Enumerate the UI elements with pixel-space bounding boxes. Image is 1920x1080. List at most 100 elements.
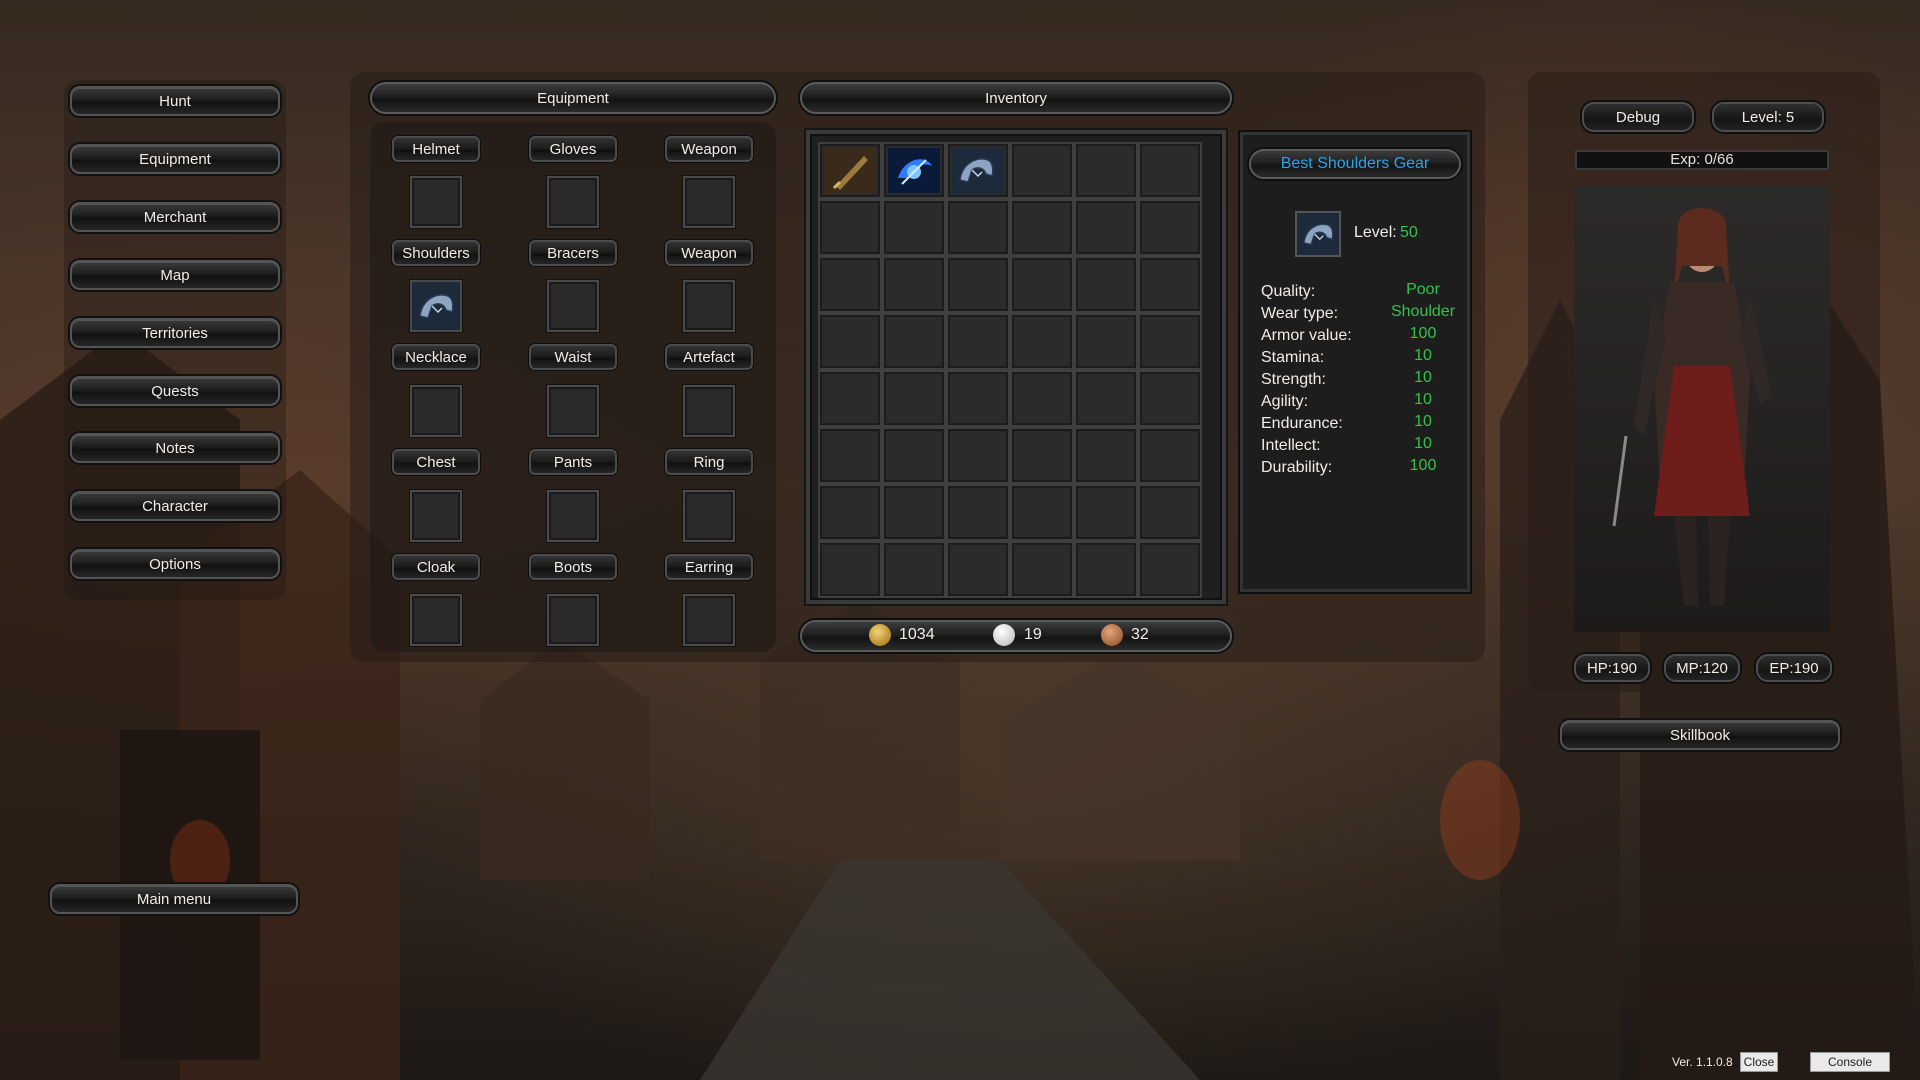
inventory-slot[interactable] [946, 256, 1010, 313]
sidebar-item-equipment[interactable]: Equipment [70, 144, 280, 174]
slot-label-artefact: Artefact [665, 344, 753, 370]
inventory-slot[interactable] [882, 484, 946, 541]
inventory-slot[interactable] [1074, 313, 1138, 370]
inventory-slot[interactable] [1138, 313, 1202, 370]
mp-badge: MP:120 [1664, 654, 1740, 682]
sidebar-item-character[interactable]: Character [70, 491, 280, 521]
slot-cloak[interactable] [410, 594, 462, 646]
inventory-slot[interactable] [1138, 484, 1202, 541]
inventory-slot[interactable] [1010, 541, 1074, 598]
inventory-slot[interactable] [946, 313, 1010, 370]
shoulder-armor-icon [1303, 223, 1334, 246]
inventory-slot[interactable] [1074, 484, 1138, 541]
inventory-slot[interactable] [882, 313, 946, 370]
inventory-slot[interactable] [1010, 484, 1074, 541]
inventory-slot[interactable] [946, 142, 1010, 199]
slot-weapon-offhand[interactable] [683, 280, 735, 332]
inventory-slot[interactable] [1138, 256, 1202, 313]
sidebar-item-map[interactable]: Map [70, 260, 280, 290]
sidebar-item-hunt[interactable]: Hunt [70, 86, 280, 116]
debug-button[interactable]: Debug [1582, 102, 1694, 132]
console-button[interactable]: Console [1810, 1052, 1890, 1072]
inventory-slot[interactable] [1074, 142, 1138, 199]
stat-label-intellect: Intellect: [1261, 437, 1321, 454]
close-button[interactable]: Close [1740, 1052, 1778, 1072]
slot-pants[interactable] [547, 490, 599, 542]
item-level-value: 50 [1400, 224, 1418, 241]
item-level-label: Level: [1354, 224, 1397, 241]
stat-label-quality: Quality: [1261, 283, 1316, 300]
character-figure-icon [1612, 208, 1772, 606]
inventory-slot[interactable] [1138, 370, 1202, 427]
inventory-slot[interactable] [818, 256, 882, 313]
sidebar-item-territories[interactable]: Territories [70, 318, 280, 348]
inventory-slot[interactable] [882, 541, 946, 598]
inventory-slot[interactable] [1138, 427, 1202, 484]
sidebar-item-quests[interactable]: Quests [70, 376, 280, 406]
inventory-slot[interactable] [882, 142, 946, 199]
slot-artefact[interactable] [683, 385, 735, 437]
slot-label-boots: Boots [529, 554, 617, 580]
inventory-slot[interactable] [882, 199, 946, 256]
sidebar-item-options[interactable]: Options [70, 549, 280, 579]
slot-chest[interactable] [410, 490, 462, 542]
inventory-slot[interactable] [818, 541, 882, 598]
gold-amount: 1034 [899, 626, 935, 643]
inventory-slot[interactable] [946, 541, 1010, 598]
inventory-slot[interactable] [818, 142, 882, 199]
slot-boots[interactable] [547, 594, 599, 646]
inventory-slot[interactable] [1138, 142, 1202, 199]
slot-label-weapon: Weapon [665, 136, 753, 162]
slot-label-shoulders: Shoulders [392, 240, 480, 266]
inventory-slot[interactable] [818, 313, 882, 370]
stat-label-wear-type: Wear type: [1261, 305, 1339, 322]
sidebar-item-notes[interactable]: Notes [70, 433, 280, 463]
inventory-slot[interactable] [818, 199, 882, 256]
item-tooltip: Best Shoulders Gear Level: 50 Quality: P… [1240, 132, 1470, 592]
inventory-slot[interactable] [946, 199, 1010, 256]
inventory-slot[interactable] [1138, 541, 1202, 598]
slot-label-gloves: Gloves [529, 136, 617, 162]
slot-label-cloak: Cloak [392, 554, 480, 580]
inventory-slot[interactable] [1074, 541, 1138, 598]
gold-coin-icon [869, 624, 891, 646]
slot-bracers[interactable] [547, 280, 599, 332]
slot-shoulders[interactable] [410, 280, 462, 332]
copper-amount: 32 [1131, 626, 1149, 643]
inventory-slot[interactable] [818, 484, 882, 541]
inventory-slot[interactable] [946, 427, 1010, 484]
main-menu-button[interactable]: Main menu [50, 884, 298, 914]
slot-necklace[interactable] [410, 385, 462, 437]
slot-waist[interactable] [547, 385, 599, 437]
slot-weapon[interactable] [683, 176, 735, 228]
sidebar-item-merchant[interactable]: Merchant [70, 202, 280, 232]
inventory-slot[interactable] [1010, 427, 1074, 484]
inventory-slot[interactable] [818, 370, 882, 427]
ep-badge: EP:190 [1756, 654, 1832, 682]
inventory-slot[interactable] [946, 370, 1010, 427]
skillbook-button[interactable]: Skillbook [1560, 720, 1840, 750]
inventory-slot[interactable] [1074, 370, 1138, 427]
slot-ring[interactable] [683, 490, 735, 542]
inventory-slot[interactable] [1074, 427, 1138, 484]
slot-label-weapon-offhand: Weapon [665, 240, 753, 266]
inventory-slot[interactable] [1138, 199, 1202, 256]
inventory-slot[interactable] [1074, 199, 1138, 256]
slot-gloves[interactable] [547, 176, 599, 228]
inventory-slot[interactable] [1074, 256, 1138, 313]
inventory-slot[interactable] [1010, 256, 1074, 313]
inventory-slot[interactable] [882, 427, 946, 484]
inventory-slot[interactable] [1010, 199, 1074, 256]
version-text: Ver. 1.1.0.8 [1672, 1055, 1733, 1069]
character-portrait [1574, 186, 1830, 632]
inventory-slot[interactable] [818, 427, 882, 484]
inventory-slot[interactable] [946, 484, 1010, 541]
slot-earring[interactable] [683, 594, 735, 646]
slot-helmet[interactable] [410, 176, 462, 228]
slot-label-helmet: Helmet [392, 136, 480, 162]
inventory-slot[interactable] [1010, 370, 1074, 427]
inventory-slot[interactable] [882, 256, 946, 313]
inventory-slot[interactable] [882, 370, 946, 427]
inventory-slot[interactable] [1010, 313, 1074, 370]
inventory-slot[interactable] [1010, 142, 1074, 199]
